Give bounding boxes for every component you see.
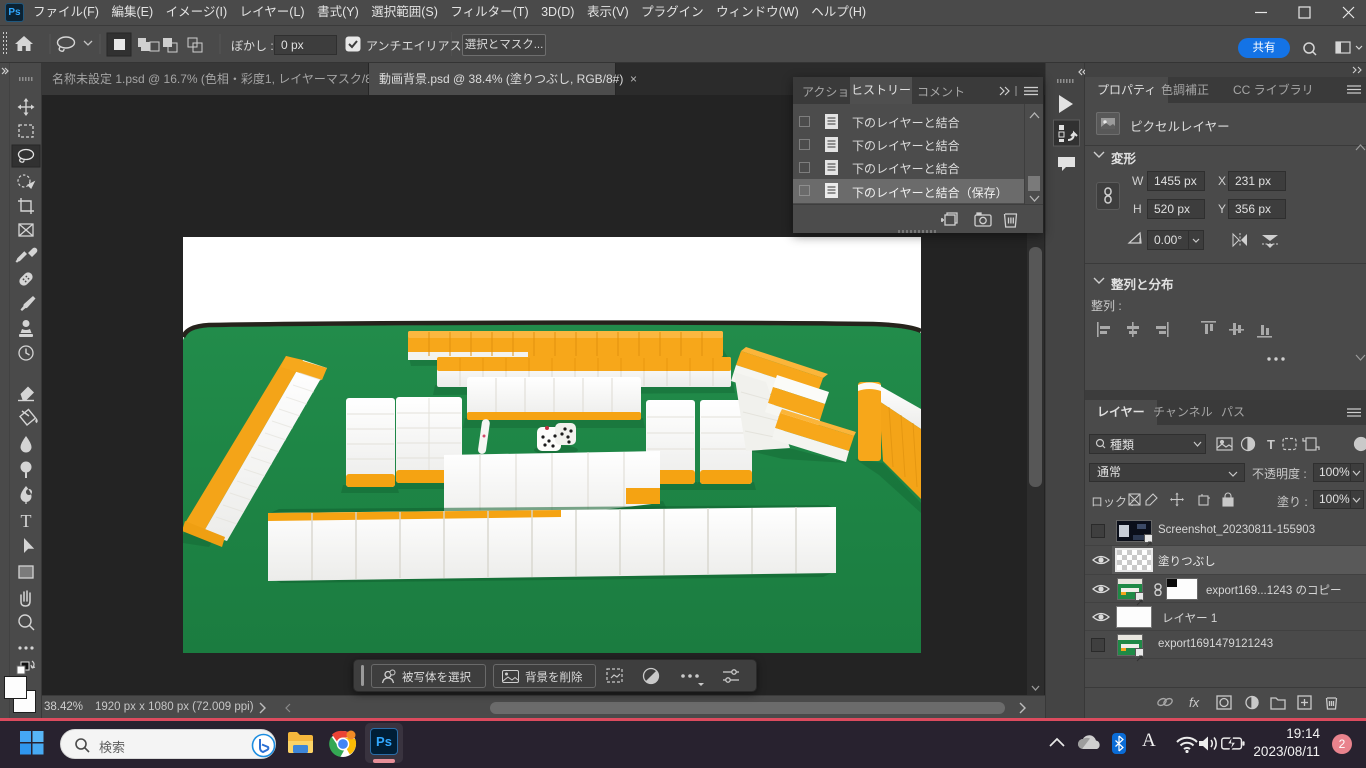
svg-text:fx: fx	[1189, 695, 1200, 710]
svg-text:T: T	[21, 511, 32, 531]
svg-text:T: T	[1267, 437, 1275, 452]
